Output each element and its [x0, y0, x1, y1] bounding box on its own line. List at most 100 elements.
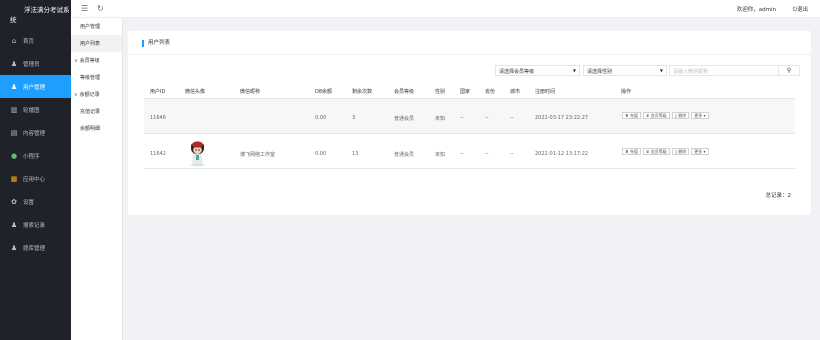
- more-label: 更多: [694, 113, 703, 118]
- sidebar-item-settings[interactable]: ✿ 设置: [0, 190, 71, 213]
- member-level-button[interactable]: ♛ 会员等级: [642, 148, 670, 155]
- home-icon: ⌂: [11, 36, 17, 45]
- chevron-down-icon: ∨: [74, 91, 78, 98]
- welcome-text[interactable]: 欢迎你，admin: [737, 5, 776, 13]
- more-dropdown-button[interactable]: 更多 ▾: [691, 148, 709, 155]
- member-level-button[interactable]: ♛ 会员等级: [642, 112, 670, 119]
- sidebar: 浮法满分考试系统 ⌂ 首页 ♟ 管理员 ♟ 用户管理 ▥ 轮播图 ▤ 内容管理 …: [0, 0, 71, 340]
- sidebar-item-label: 小程序: [23, 153, 40, 160]
- cell-level: 普通会员: [394, 116, 415, 122]
- user-icon: ♟: [10, 82, 18, 91]
- member-level-select-value: 请选择会员等级: [499, 69, 535, 75]
- refresh-icon[interactable]: ↻: [97, 4, 104, 13]
- column-header-nickname: 微信昵称: [240, 89, 261, 95]
- delete-label: 删除: [678, 149, 687, 154]
- chevron-down-icon: ▾: [703, 149, 706, 154]
- sidebar-item-label: 搜索记录: [23, 222, 46, 229]
- search-record-icon: ♟: [10, 220, 18, 229]
- chevron-down-icon: ▾: [703, 113, 706, 118]
- top-header: ☰ ↻ 欢迎你，admin ⏻退出: [71, 0, 820, 18]
- delete-button[interactable]: ▯ 删除: [671, 148, 690, 155]
- sidebar-item-users[interactable]: ♟ 用户管理: [0, 75, 71, 98]
- sidebar-item-mini-program[interactable]: ● 小程序: [0, 144, 71, 167]
- caret-down-icon: ▼: [572, 68, 576, 73]
- column-header-avatar: 微信头像: [185, 89, 206, 95]
- subnav-item-level-management[interactable]: 等级管理: [71, 69, 122, 86]
- delete-button[interactable]: ▯ 删除: [671, 112, 690, 119]
- row-actions: ♜ 充值 ♛ 会员等级 ▯ 删除 更多 ▾: [622, 148, 709, 155]
- nickname-search-input[interactable]: 请输入微信昵称: [669, 65, 779, 76]
- column-header-balance: D8余额: [315, 89, 333, 95]
- column-header-province: 省份: [485, 89, 496, 95]
- sidebar-item-label: 题库管理: [23, 245, 46, 252]
- cell-city: --: [510, 115, 514, 121]
- cell-province: --: [485, 151, 489, 157]
- recharge-button[interactable]: ♜ 充值: [622, 112, 641, 119]
- delete-label: 删除: [678, 113, 687, 118]
- cell-balance: 0.00: [315, 115, 327, 121]
- subnav-item-balance-details[interactable]: 余额明细: [71, 120, 122, 137]
- document-icon: ▤: [10, 128, 18, 137]
- cell-gender: 未知: [435, 152, 446, 158]
- cell-nickname: 博飞网络工作室: [240, 152, 276, 158]
- subnav-group-member-level[interactable]: ∨ 会员等级: [71, 52, 122, 69]
- divider: [128, 54, 811, 55]
- column-header-country: 国家: [460, 89, 471, 95]
- search-button[interactable]: ⚲: [779, 65, 800, 76]
- mini-program-icon: ●: [10, 151, 18, 160]
- wallet-icon: ♜: [625, 113, 629, 118]
- menu-toggle-icon[interactable]: ☰: [81, 4, 88, 13]
- sidebar-item-apps[interactable]: ▦ 应用中心: [0, 167, 71, 190]
- gender-select-value: 请选择性别: [587, 69, 613, 75]
- cell-remaining: 3: [352, 115, 356, 121]
- sidebar-item-admin[interactable]: ♟ 管理员: [0, 52, 71, 75]
- column-header-reg-time: 注册时间: [535, 89, 556, 95]
- row-divider: [144, 168, 795, 169]
- cell-balance: 0.00: [315, 151, 327, 157]
- cell-reg-time: 2022-03-17 23:22:27: [535, 115, 589, 121]
- sidebar-item-label: 设置: [23, 199, 35, 206]
- admin-user-icon: ♟: [10, 59, 18, 68]
- cell-user-id: 11646: [150, 115, 166, 121]
- sidebar-item-home[interactable]: ⌂ 首页: [0, 29, 71, 52]
- subnav-group-balance-records[interactable]: ∨ 余额记录: [71, 86, 122, 103]
- cell-city: --: [510, 151, 514, 157]
- member-level-select[interactable]: 请选择会员等级 ▼: [495, 65, 580, 76]
- total-records: 总记录：2: [765, 193, 792, 199]
- page-title: 用户列表: [142, 40, 170, 47]
- recharge-label: 充值: [629, 113, 638, 118]
- sidebar-item-label: 管理员: [23, 61, 40, 68]
- subnav-group-label: 会员等级: [79, 58, 100, 64]
- sidebar-item-search-records[interactable]: ♟ 搜索记录: [0, 213, 71, 236]
- row-actions: ♜ 充值 ♛ 会员等级 ▯ 删除 更多 ▾: [622, 112, 709, 119]
- member-level-label: 会员等级: [650, 149, 667, 154]
- subnav-item-recharge-records[interactable]: 充值记录: [71, 103, 122, 120]
- sidebar-item-label: 轮播图: [23, 107, 40, 114]
- app-logo-title: 浮法满分考试系统: [10, 6, 70, 24]
- column-header-level: 会员等级: [394, 89, 415, 95]
- more-dropdown-button[interactable]: 更多 ▾: [691, 112, 709, 119]
- column-header-actions: 操作: [621, 89, 632, 95]
- more-label: 更多: [694, 149, 703, 154]
- logout-button[interactable]: ⏻退出: [793, 5, 808, 14]
- recharge-label: 充值: [629, 149, 638, 154]
- gender-select[interactable]: 请选择性别 ▼: [583, 65, 667, 76]
- column-header-remaining: 剩余次数: [352, 89, 373, 95]
- logout-label: 退出: [796, 7, 808, 13]
- subnav-group-user-management[interactable]: 用户管理: [71, 18, 122, 35]
- crown-icon: ♛: [645, 149, 650, 154]
- cell-province: --: [485, 115, 489, 121]
- cell-user-id: 11642: [150, 151, 166, 157]
- subnav-item-user-list[interactable]: 用户列表: [71, 35, 122, 52]
- user-list-card: 用户列表 请选择会员等级 ▼ 请选择性别 ▼ 请输入微信昵称 ⚲ 用户ID 微信…: [128, 31, 811, 215]
- cell-country: --: [460, 115, 464, 121]
- search-icon: ⚲: [786, 67, 792, 74]
- sidebar-item-content[interactable]: ▤ 内容管理: [0, 121, 71, 144]
- sidebar-item-label: 应用中心: [23, 176, 46, 183]
- recharge-button[interactable]: ♜ 充值: [622, 148, 641, 155]
- cell-remaining: 13: [352, 151, 359, 157]
- sidebar-item-question-bank[interactable]: ♟ 题库管理: [0, 236, 71, 259]
- sidebar-item-carousel[interactable]: ▥ 轮播图: [0, 98, 71, 121]
- sub-navigation: 用户管理 用户列表 ∨ 会员等级 等级管理 ∨ 余额记录 充值记录 余额明细: [71, 18, 123, 340]
- sidebar-item-label: 首页: [23, 38, 35, 45]
